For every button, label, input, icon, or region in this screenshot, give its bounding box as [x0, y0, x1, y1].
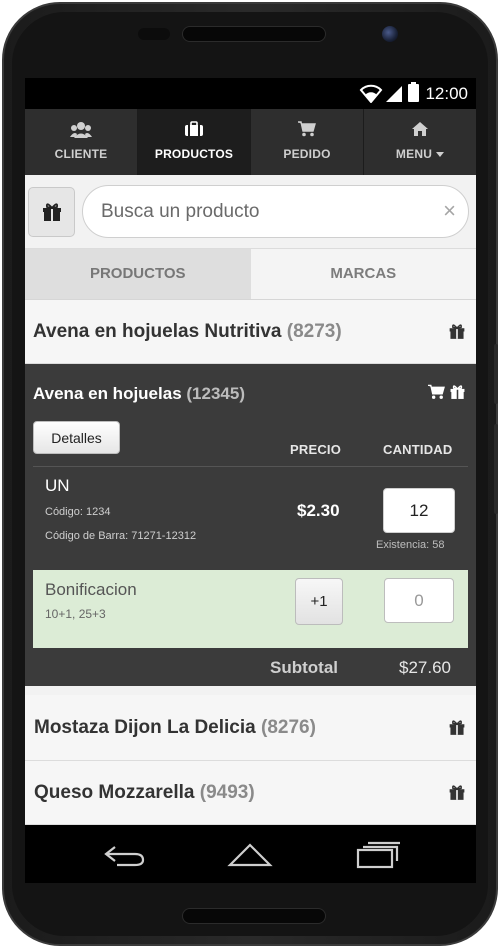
expanded-product-panel: Avena en hojuelas (12345) Detalles PRECI…: [25, 364, 476, 686]
app-screen: 12:00 CLIENTE PRODUCTOS PEDIDO MENU Busc…: [25, 78, 476, 883]
nav-productos[interactable]: PRODUCTOS: [138, 109, 251, 175]
earpiece-speaker: [182, 26, 326, 42]
briefcase-icon: [185, 121, 203, 136]
product-actions: [428, 384, 466, 400]
product-row[interactable]: Queso Mozzarella (9493): [25, 761, 476, 825]
gift-icon[interactable]: [448, 719, 466, 736]
tab-marcas[interactable]: MARCAS: [250, 249, 476, 299]
clear-search-icon[interactable]: ×: [443, 199, 456, 223]
home-icon: [412, 122, 428, 136]
barcode-line: Código de Barra: 71271-12312: [45, 530, 197, 542]
search-bar: ×: [25, 175, 476, 249]
tab-productos[interactable]: PRODUCTOS: [25, 249, 251, 299]
product-name: Avena en hojuelas (12345): [33, 384, 245, 403]
product-code: (9493): [199, 782, 255, 803]
gift-icon[interactable]: [448, 784, 466, 801]
nav-label: CLIENTE: [54, 147, 108, 161]
users-icon: [70, 122, 92, 138]
battery-icon: [408, 82, 419, 102]
product-tabs: PRODUCTOS MARCAS: [25, 249, 476, 300]
recent-apps-icon[interactable]: [355, 841, 401, 869]
nav-label: MENU: [364, 147, 476, 161]
bonus-row: Bonificacion 10+1, 25+3 +1 0: [33, 570, 468, 648]
product-name: Mostaza Dijon La Delicia (8276): [34, 717, 316, 738]
gift-icon[interactable]: [448, 323, 466, 340]
subtotal-value: $27.60: [399, 658, 451, 677]
nav-menu[interactable]: MENU: [364, 109, 476, 175]
power-button: [494, 344, 498, 404]
unit-price: $2.30: [297, 501, 340, 520]
signal-icon: [386, 86, 402, 102]
nav-pedido[interactable]: PEDIDO: [251, 109, 364, 175]
divider: [33, 466, 468, 467]
subtotal-label: Subtotal: [270, 658, 338, 677]
bottom-speaker: [182, 908, 326, 924]
back-icon[interactable]: [103, 843, 147, 867]
gift-icon[interactable]: [449, 384, 466, 400]
status-bar: 12:00: [25, 78, 476, 109]
wifi-icon: [359, 84, 383, 103]
product-name: Avena en hojuelas Nutritiva (8273): [33, 321, 342, 342]
cart-icon[interactable]: [428, 384, 445, 400]
gift-icon: [42, 203, 61, 221]
nav-label: PEDIDO: [283, 147, 331, 161]
cart-icon: [298, 121, 316, 137]
front-camera: [382, 26, 398, 42]
unit-label: UN: [45, 476, 70, 495]
proximity-sensor: [138, 28, 170, 40]
product-code: (8276): [261, 717, 316, 738]
bonus-title: Bonificacion: [45, 580, 137, 599]
nav-cliente[interactable]: CLIENTE: [25, 109, 138, 175]
home-icon[interactable]: [227, 842, 273, 868]
caret-down-icon: [436, 152, 445, 158]
quantity-column-header: CANTIDAD: [383, 442, 453, 457]
product-row[interactable]: Mostaza Dijon La Delicia (8276): [25, 695, 476, 761]
status-time: 12:00: [425, 84, 468, 103]
product-code-line: Código: 1234: [45, 506, 111, 518]
bonus-rules: 10+1, 25+3: [45, 607, 106, 621]
product-code: (8273): [286, 321, 342, 342]
product-row[interactable]: Avena en hojuelas Nutritiva (8273): [25, 300, 476, 364]
bonus-quantity-input[interactable]: 0: [384, 578, 454, 623]
stock-label: Existencia: 58: [376, 539, 445, 551]
volume-button: [494, 424, 498, 514]
nav-label: PRODUCTOS: [154, 147, 234, 161]
product-name: Queso Mozzarella (9493): [34, 782, 255, 803]
search-input[interactable]: [101, 186, 421, 237]
quantity-input[interactable]: 12: [383, 488, 455, 533]
add-bonus-button[interactable]: +1: [295, 578, 343, 625]
details-button[interactable]: Detalles: [33, 421, 120, 454]
search-field: ×: [82, 185, 469, 238]
product-code: (12345): [186, 384, 245, 403]
gift-filter-button[interactable]: [28, 187, 75, 237]
price-column-header: PRECIO: [290, 442, 342, 457]
system-nav-bar: [25, 825, 476, 883]
top-nav: CLIENTE PRODUCTOS PEDIDO MENU: [25, 109, 476, 175]
